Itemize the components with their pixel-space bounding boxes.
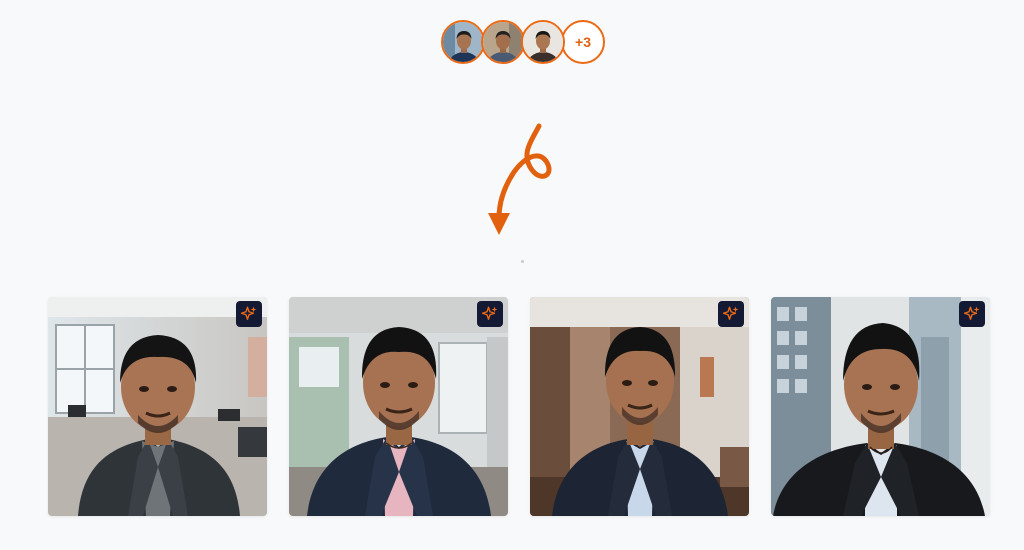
- ai-generated-badge: [477, 301, 503, 327]
- headshot-image: [48, 297, 267, 516]
- headshot-image: [530, 297, 749, 516]
- generated-headshot-1[interactable]: [48, 297, 267, 516]
- curly-arrow-icon: [488, 123, 552, 235]
- reference-avatars: +3: [441, 20, 605, 64]
- generated-headshots-grid: [48, 297, 990, 516]
- reference-photo-3[interactable]: [521, 20, 565, 64]
- sparkle-icon: [481, 306, 498, 320]
- person-avatar-image: [523, 22, 563, 62]
- generated-headshot-3[interactable]: [530, 297, 749, 516]
- ai-generated-badge: [236, 301, 262, 327]
- more-photos-count[interactable]: +3: [561, 20, 605, 64]
- generated-headshot-4[interactable]: [771, 297, 990, 516]
- reference-photo-2[interactable]: [481, 20, 525, 64]
- sparkle-icon: [963, 306, 980, 320]
- headshot-image: [771, 297, 990, 516]
- person-avatar-image: [443, 22, 483, 62]
- sparkle-icon: [722, 306, 739, 320]
- sparkle-icon: [240, 306, 257, 320]
- ai-generated-badge: [959, 301, 985, 327]
- ai-generated-badge: [718, 301, 744, 327]
- person-avatar-image: [483, 22, 523, 62]
- reference-photo-1[interactable]: [441, 20, 485, 64]
- headshot-image: [289, 297, 508, 516]
- divider-dot: [521, 260, 524, 263]
- generated-headshot-2[interactable]: [289, 297, 508, 516]
